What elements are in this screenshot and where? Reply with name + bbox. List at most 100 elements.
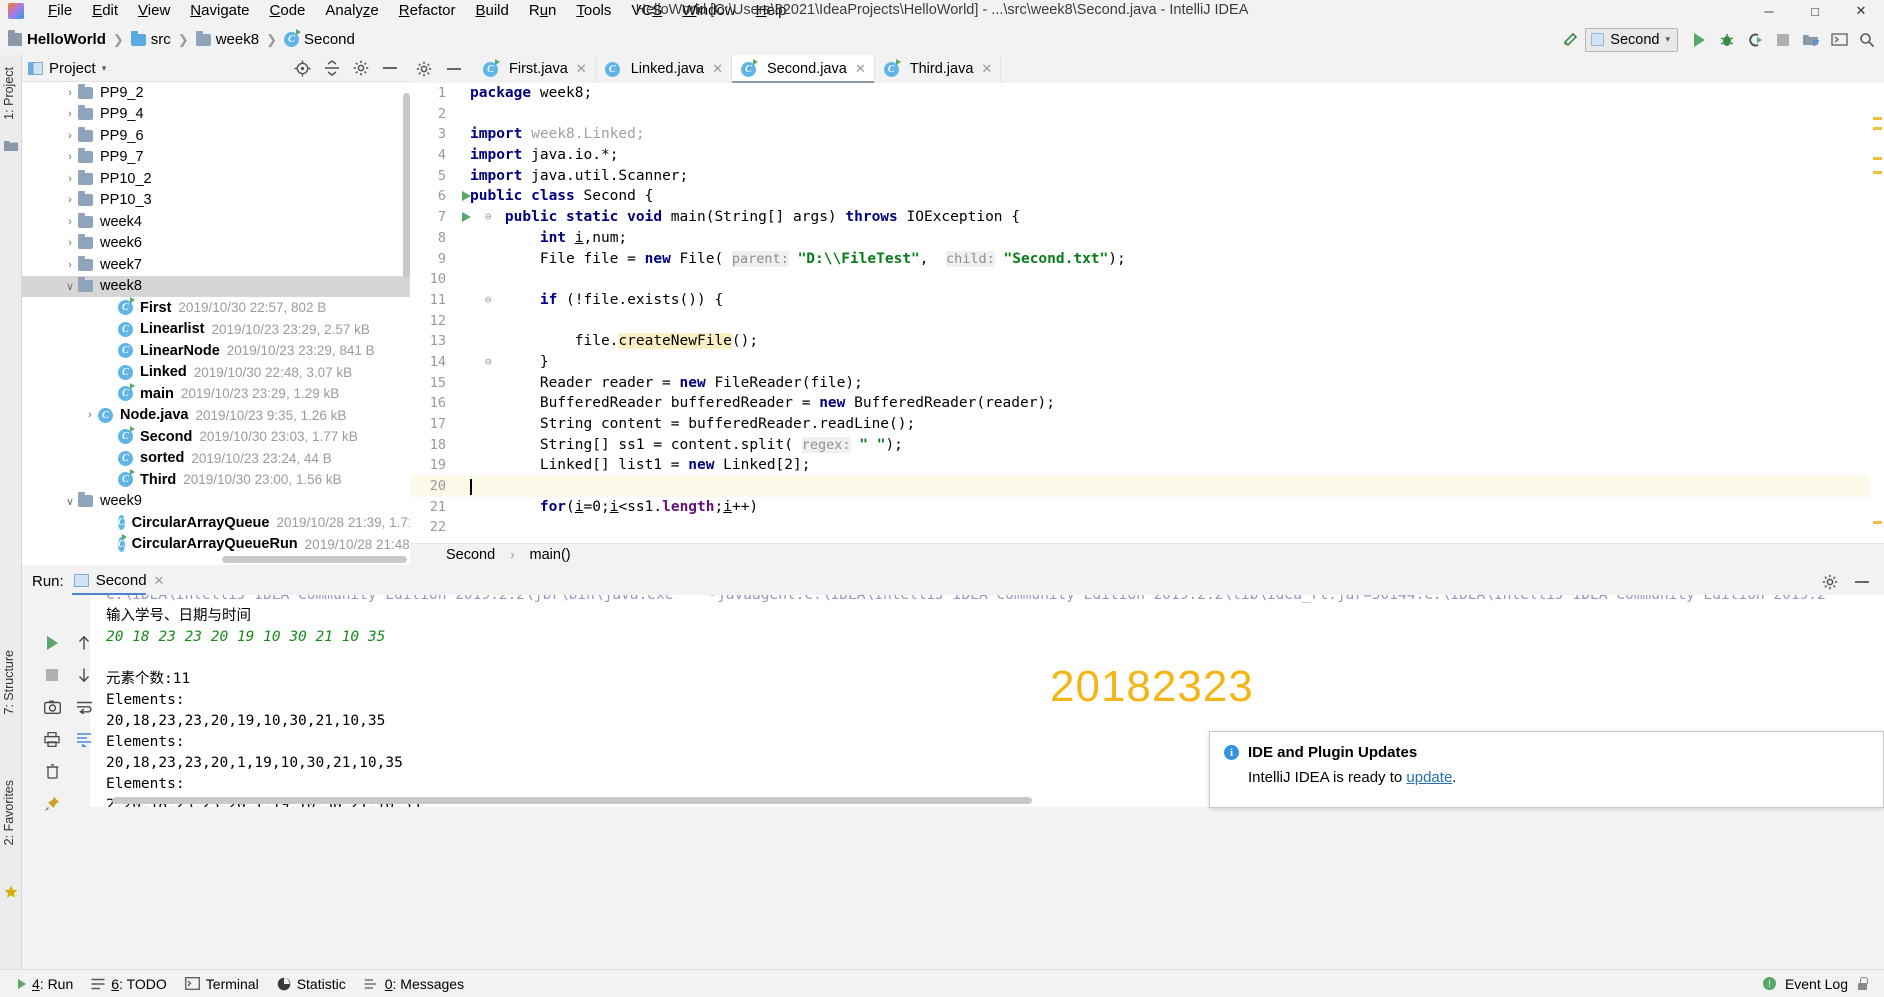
close-icon[interactable]: ✕: [712, 61, 723, 77]
project-tree-vertical-scrollbar[interactable]: [403, 93, 410, 278]
chevron-right-icon[interactable]: ›: [62, 130, 78, 142]
build-button[interactable]: [1557, 27, 1583, 53]
warning-marker[interactable]: [1873, 117, 1882, 120]
close-icon[interactable]: ✕: [855, 61, 866, 77]
chevron-down-icon[interactable]: ▾: [102, 63, 107, 74]
editor-breadcrumb-method[interactable]: main(): [530, 547, 571, 563]
code-line[interactable]: 6 public class Second {: [410, 186, 1884, 207]
sidebar-item-favorites[interactable]: 2: Favorites: [2, 780, 16, 845]
settings-gear-icon[interactable]: [353, 60, 369, 76]
tree-row-linked[interactable]: C Linked 2019/10/30 22:48, 3.07 kB: [22, 362, 410, 384]
code-line[interactable]: 5 ⊖ import java.util.Scanner;: [410, 166, 1884, 187]
menu-file[interactable]: File: [38, 0, 82, 22]
chevron-right-icon[interactable]: ›: [62, 216, 78, 228]
chevron-down-icon[interactable]: ∨: [62, 495, 78, 508]
tree-row-third[interactable]: C Third 2019/10/30 23:00, 1.56 kB: [22, 469, 410, 491]
close-button[interactable]: ✕: [1838, 0, 1884, 22]
code-line[interactable]: 2: [410, 104, 1884, 125]
lock-icon[interactable]: [1857, 977, 1868, 990]
menu-build[interactable]: Build: [465, 0, 518, 22]
code-line[interactable]: 20: [410, 476, 1884, 497]
editor-tab-third-java[interactable]: C Third.java ✕: [874, 55, 1002, 83]
pin-button[interactable]: [40, 791, 64, 815]
chevron-right-icon[interactable]: ›: [62, 87, 78, 99]
code-line[interactable]: 16 BufferedReader bufferedReader = new B…: [410, 393, 1884, 414]
run-configuration-selector[interactable]: Second ▾: [1585, 27, 1678, 52]
project-tree[interactable]: › PP9_2 › PP9_4 › PP9_6 › PP9_7 › PP10_2 › PP10_3 › w…: [22, 82, 410, 565]
chevron-right-icon[interactable]: ›: [62, 237, 78, 249]
code-line[interactable]: 3 ⊖ import week8.Linked;: [410, 124, 1884, 145]
tree-row-pp10-2[interactable]: › PP10_2: [22, 168, 410, 190]
code-line[interactable]: 10: [410, 269, 1884, 290]
terminal-button[interactable]: [1826, 27, 1852, 53]
menu-view[interactable]: View: [128, 0, 180, 22]
minimize-button[interactable]: ─: [1746, 0, 1792, 22]
warning-marker[interactable]: [1873, 127, 1882, 130]
tree-row-circulararrayqueue[interactable]: C CircularArrayQueue 2019/10/28 21:39, 1.7…: [22, 512, 410, 534]
project-tree-horizontal-scrollbar[interactable]: [222, 556, 407, 563]
code-line[interactable]: 17 String content = bufferedReader.readL…: [410, 414, 1884, 435]
chevron-right-icon[interactable]: ›: [62, 259, 78, 271]
warning-marker[interactable]: [1873, 171, 1882, 174]
tree-row-second[interactable]: C Second 2019/10/30 23:03, 1.77 kB: [22, 426, 410, 448]
tree-row-week7[interactable]: › week7: [22, 254, 410, 276]
settings-gear-icon[interactable]: [1822, 574, 1838, 590]
tree-row-week9[interactable]: ∨ week9: [22, 491, 410, 513]
code-line[interactable]: 13 file.createNewFile();: [410, 331, 1884, 352]
code-line[interactable]: 7 ⊖ public static void main(String[] args…: [410, 207, 1884, 228]
tree-row-pp9-6[interactable]: › PP9_6: [22, 125, 410, 147]
chevron-right-icon[interactable]: ›: [82, 409, 98, 421]
hide-editor-tabs-button[interactable]: [446, 67, 462, 71]
maximize-button[interactable]: □: [1792, 0, 1838, 22]
editor-tab-first-java[interactable]: C First.java ✕: [474, 55, 596, 83]
close-icon[interactable]: ✕: [154, 573, 165, 589]
sidebar-item-project[interactable]: 1: Project: [2, 67, 16, 120]
screenshot-button[interactable]: [40, 695, 64, 719]
tree-row-pp9-4[interactable]: › PP9_4: [22, 104, 410, 126]
chevron-right-icon[interactable]: ›: [62, 108, 78, 120]
code-line[interactable]: 1 package week8;: [410, 83, 1884, 104]
warning-marker[interactable]: [1873, 521, 1882, 524]
run-with-coverage-button[interactable]: [1742, 27, 1768, 53]
menu-analyze[interactable]: Analyze: [315, 0, 388, 22]
notification-popup[interactable]: i IDE and Plugin Updates IntelliJ IDEA i…: [1209, 731, 1884, 808]
chevron-right-icon[interactable]: ›: [62, 173, 78, 185]
status-item-run[interactable]: 4: Run: [18, 976, 73, 992]
menu-refactor[interactable]: Refactor: [389, 0, 466, 22]
tree-row-pp10-3[interactable]: › PP10_3: [22, 190, 410, 212]
code-line[interactable]: 12: [410, 311, 1884, 332]
code-line[interactable]: 18 String[] ss1 = content.split( regex: …: [410, 435, 1884, 456]
tree-row-pp9-7[interactable]: › PP9_7: [22, 147, 410, 169]
status-item-terminal[interactable]: Terminal: [184, 976, 259, 992]
update-link[interactable]: update: [1406, 769, 1452, 786]
code-line[interactable]: 9 File file = new File( parent: "D:\\Fil…: [410, 249, 1884, 270]
tree-row-linearlist[interactable]: C Linearlist 2019/10/23 23:29, 2.57 kB: [22, 319, 410, 341]
project-structure-button[interactable]: [1798, 27, 1824, 53]
chevron-down-icon[interactable]: ∨: [62, 280, 78, 293]
code-line[interactable]: 11 ⊖ if (!file.exists()) {: [410, 290, 1884, 311]
code-line[interactable]: 19 Linked[] list1 = new Linked[2];: [410, 455, 1884, 476]
console-horizontal-scrollbar[interactable]: [112, 797, 1032, 804]
chevron-right-icon[interactable]: ›: [62, 194, 78, 206]
breadcrumb-item-project[interactable]: HelloWorld: [8, 30, 106, 48]
code-line[interactable]: 15 Reader reader = new FileReader(file);: [410, 373, 1884, 394]
menu-tools[interactable]: Tools: [566, 0, 621, 22]
tree-row-main[interactable]: Cmain 2019/10/23 23:29, 1.29 kB: [22, 383, 410, 405]
menu-code[interactable]: Code: [260, 0, 316, 22]
rerun-button[interactable]: [40, 631, 64, 655]
search-everywhere-button[interactable]: [1854, 27, 1880, 53]
editor-marker-bar[interactable]: [1870, 111, 1884, 565]
code-line[interactable]: 8 int i,num;: [410, 228, 1884, 249]
tree-row-week6[interactable]: › week6: [22, 233, 410, 255]
tree-row-circulararrayqueuerun[interactable]: C CircularArrayQueueRun 2019/10/28 21:48, …: [22, 533, 410, 556]
tree-row-pp9-2[interactable]: › PP9_2: [22, 82, 410, 104]
close-icon[interactable]: ✕: [981, 61, 992, 77]
code-line[interactable]: 22: [410, 517, 1884, 538]
tree-row-week8[interactable]: ∨ week8: [22, 275, 410, 297]
code-line[interactable]: 4 import java.io.*;: [410, 145, 1884, 166]
event-log-button[interactable]: Event Log: [1785, 976, 1848, 992]
breadcrumb-item-second[interactable]: C Second: [283, 29, 355, 48]
hide-panel-button[interactable]: [382, 66, 398, 70]
collapse-all-button[interactable]: [324, 60, 340, 76]
breadcrumb-item-week8[interactable]: week8: [195, 30, 259, 48]
